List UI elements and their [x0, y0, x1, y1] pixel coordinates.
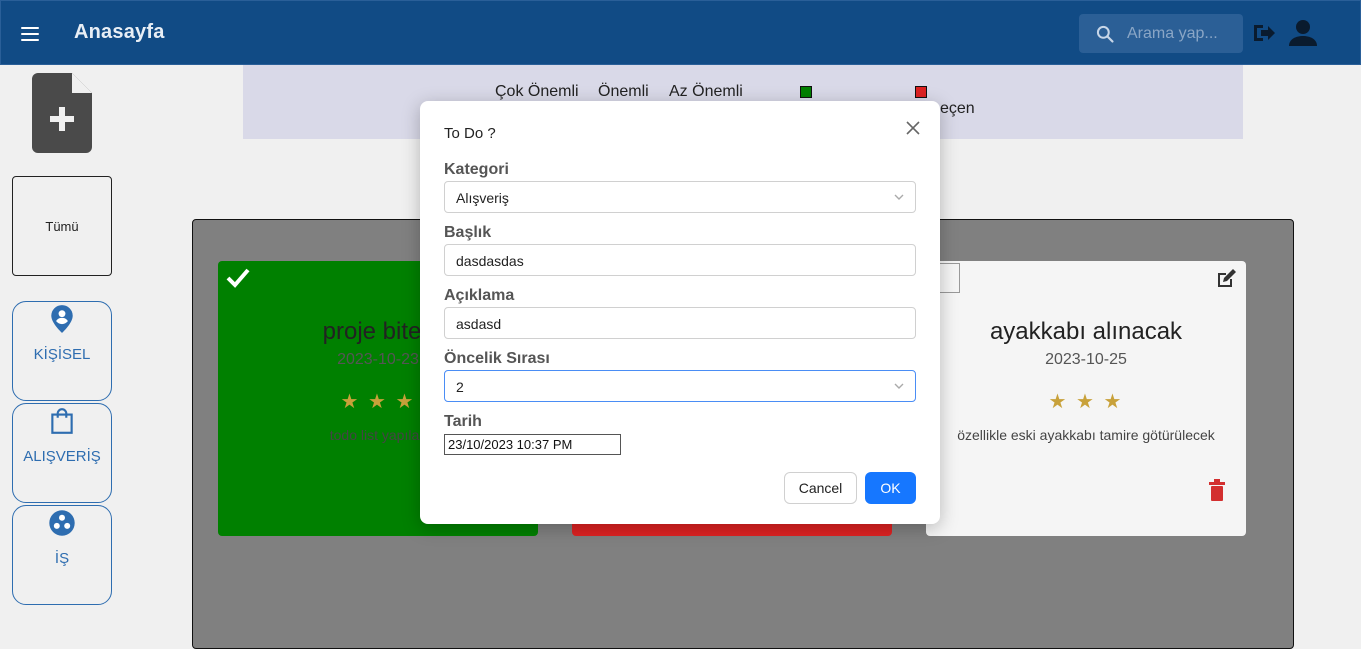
category-shopping-label: ALIŞVERİŞ — [23, 448, 101, 465]
todo-modal: To Do ? Kategori Alışveriş Başlık dasdas… — [420, 101, 940, 524]
legend-important: Önemli — [598, 83, 649, 100]
shopping-bag-icon — [51, 408, 73, 434]
heading-input[interactable]: dasdasdas — [444, 244, 916, 276]
category-personal-button[interactable]: KİŞİSEL — [12, 301, 112, 401]
legend-very-important: Çok Önemli — [495, 83, 579, 100]
description-label: Açıklama — [444, 287, 515, 304]
close-icon[interactable] — [906, 121, 920, 135]
category-select-value: Alışveriş — [456, 190, 509, 206]
date-label: Tarih — [444, 413, 482, 430]
filter-all-label: Tümü — [45, 219, 79, 234]
card-title: ayakkabı alınacak — [989, 318, 1183, 345]
date-input[interactable]: 23/10/2023 10:37 PM — [444, 434, 621, 455]
legend-less-important: Az Önemli — [669, 83, 743, 100]
check-icon[interactable] — [226, 267, 250, 289]
logout-icon[interactable] — [1251, 21, 1277, 45]
person-pin-icon — [51, 305, 73, 333]
category-label: Kategori — [444, 161, 509, 178]
account-icon[interactable] — [1287, 17, 1319, 49]
category-personal-label: KİŞİSEL — [33, 346, 91, 363]
cancel-button[interactable]: Cancel — [784, 472, 857, 504]
legend-passed-label: eçen — [940, 100, 975, 117]
search-placeholder: Arama yap... — [1127, 25, 1218, 42]
search-box[interactable]: Arama yap... — [1079, 14, 1243, 53]
trash-icon[interactable] — [1208, 479, 1226, 501]
legend-passed-swatch — [915, 86, 927, 98]
workspaces-icon — [49, 510, 75, 536]
category-select[interactable]: Alışveriş — [444, 181, 916, 213]
edit-icon[interactable] — [1214, 267, 1238, 291]
page-title: Anasayfa — [74, 21, 165, 43]
chevron-down-icon — [894, 194, 904, 200]
priority-select[interactable]: 2 — [444, 370, 916, 402]
description-input[interactable]: asdasd — [444, 307, 916, 339]
category-work-button[interactable]: İŞ — [12, 505, 112, 605]
chevron-down-icon — [894, 383, 904, 389]
card-description: özellikle eski ayakkabı tamire götürülec… — [957, 427, 1215, 443]
add-todo-icon[interactable] — [32, 73, 92, 153]
filter-all-button[interactable]: Tümü — [12, 176, 112, 276]
card-stars: ★ ★ ★ — [1048, 391, 1124, 413]
legend-done-swatch — [800, 86, 812, 98]
description-input-value: asdasd — [456, 316, 502, 332]
heading-input-value: dasdasdas — [456, 253, 524, 269]
app-bar: Anasayfa Arama yap... — [0, 0, 1361, 65]
search-icon — [1096, 25, 1114, 43]
priority-label: Öncelik Sırası — [444, 350, 550, 367]
card-date: 2023-10-25 — [1045, 351, 1127, 368]
todo-card[interactable]: ayakkabı alınacak 2023-10-25 ★ ★ ★ özell… — [926, 261, 1246, 536]
heading-label: Başlık — [444, 224, 492, 241]
modal-title: To Do ? — [444, 125, 496, 142]
ok-button[interactable]: OK — [865, 472, 916, 504]
category-shopping-button[interactable]: ALIŞVERİŞ — [12, 403, 112, 503]
priority-select-value: 2 — [456, 379, 464, 395]
category-work-label: İŞ — [54, 550, 70, 567]
menu-icon[interactable] — [21, 21, 47, 47]
